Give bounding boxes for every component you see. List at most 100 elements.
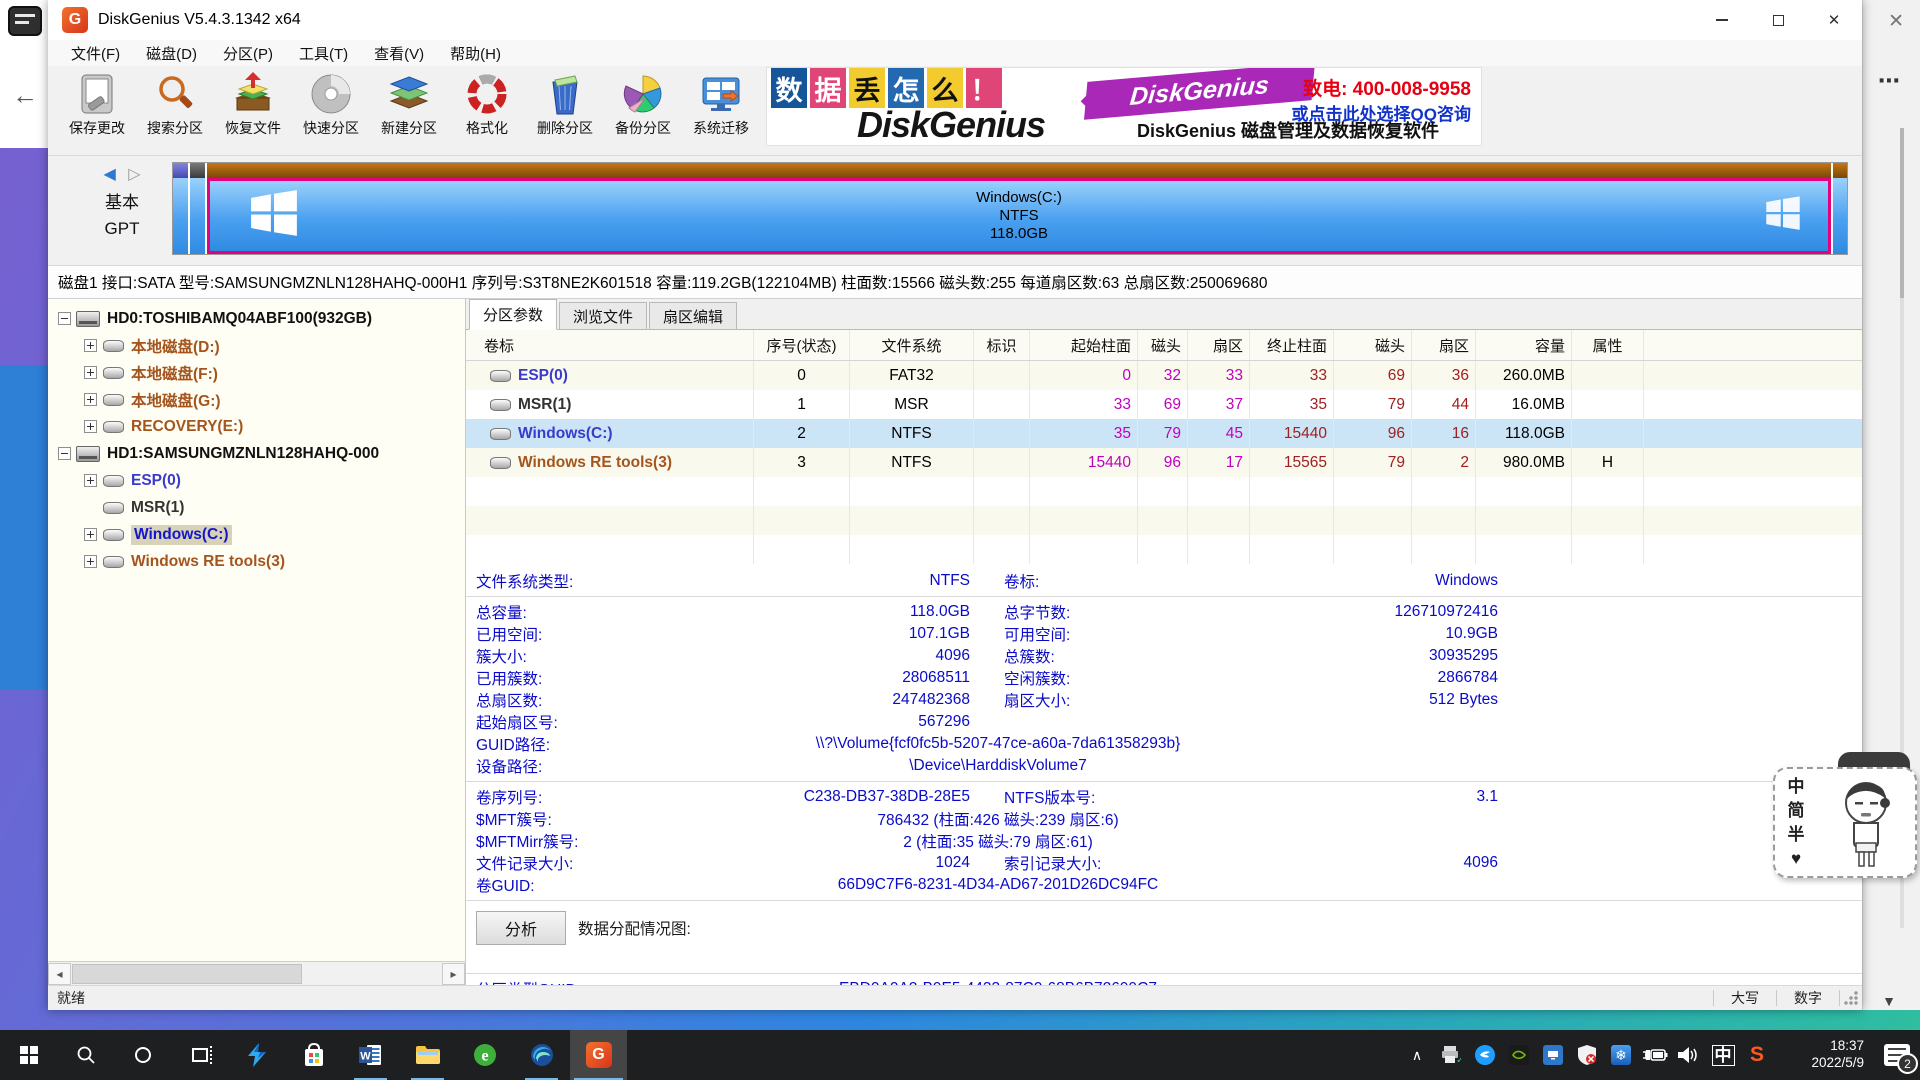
table-row-msr[interactable]: MSR(1) 1 MSR 33 69 37 35 79 44 16.0MB [466, 390, 1862, 419]
tree-horizontal-scrollbar[interactable]: ◂ ▸ [48, 961, 465, 985]
ime-language-tray-button[interactable]: 中 [1706, 1030, 1740, 1080]
new-partition-button[interactable]: 新建分区 [370, 66, 448, 155]
ime-lang-indicator[interactable]: 中 [1788, 775, 1805, 799]
printer-tray-button[interactable]: ✓ [1434, 1030, 1468, 1080]
ms-store-button[interactable] [285, 1030, 342, 1080]
heart-icon[interactable]: ♥ [1791, 847, 1801, 871]
more-options-icon[interactable]: ⋯ [1878, 68, 1900, 94]
minimize-button[interactable] [1694, 0, 1750, 40]
menu-partition[interactable]: 分区(P) [210, 43, 286, 64]
search-partition-button[interactable]: 搜索分区 [136, 66, 214, 155]
volume-tray-button[interactable] [1672, 1030, 1706, 1080]
security-shield-tray-button[interactable] [1570, 1030, 1604, 1080]
ime-status-widget[interactable]: 中 简 半 ♥ [1773, 767, 1917, 878]
table-row-windows-c-selected[interactable]: Windows(C:) 2 NTFS 35 79 45 15440 96 16 … [466, 419, 1862, 448]
sogou-tray-button[interactable]: S [1740, 1030, 1774, 1080]
caret-down-icon[interactable]: ▼ [1882, 993, 1896, 1009]
tray-expand-button[interactable]: ∧ [1400, 1030, 1434, 1080]
start-button[interactable] [0, 1030, 57, 1080]
tree-item-windows-re[interactable]: Windows RE tools(3) [48, 548, 465, 575]
expand-expander-icon[interactable] [84, 528, 97, 541]
expand-expander-icon[interactable] [84, 474, 97, 487]
system-migrate-button[interactable]: 系统迁移 [682, 66, 760, 155]
back-arrow-icon[interactable]: ← [12, 80, 38, 111]
scroll-right-arrow[interactable]: ▸ [442, 963, 465, 985]
partition-slice-windows-c[interactable]: Windows(C:) NTFS 118.0GB [207, 163, 1831, 254]
expand-expander-icon[interactable] [84, 366, 97, 379]
tree-item-local-g[interactable]: 本地磁盘(G:) [48, 386, 465, 413]
word-taskbar-button[interactable]: W [342, 1030, 399, 1080]
tree-item-msr[interactable]: MSR(1) [48, 494, 465, 521]
collapse-expander-icon[interactable] [58, 312, 71, 325]
task-view-button[interactable] [171, 1030, 228, 1080]
analyze-button[interactable]: 分析 [476, 911, 566, 945]
tree-item-windows-c[interactable]: Windows(C:) [48, 521, 465, 548]
tab-sector-edit[interactable]: 扇区编辑 [649, 302, 737, 329]
allocation-map-label: 数据分配情况图: [578, 917, 691, 939]
nvidia-tray-button[interactable] [1502, 1030, 1536, 1080]
expand-expander-icon[interactable] [84, 339, 97, 352]
banner-tile: ！ [966, 68, 1002, 108]
prev-disk-arrow[interactable]: ◀ [103, 166, 115, 183]
menu-tools[interactable]: 工具(T) [286, 43, 361, 64]
tree-item-recovery-e[interactable]: RECOVERY(E:) [48, 413, 465, 440]
save-changes-button[interactable]: 保存更改 [58, 66, 136, 155]
tree-item-esp[interactable]: ESP(0) [48, 467, 465, 494]
backup-partition-button[interactable]: 备份分区 [604, 66, 682, 155]
table-empty-row [466, 506, 1862, 535]
thunder-app-button[interactable] [228, 1030, 285, 1080]
maximize-button[interactable] [1750, 0, 1806, 40]
resize-grip[interactable] [1842, 989, 1860, 1007]
next-disk-arrow[interactable]: ▷ [128, 166, 140, 183]
edge-browser-button[interactable] [513, 1030, 570, 1080]
edge-icon [530, 1043, 554, 1067]
background-tab-icon [8, 6, 42, 36]
power-battery-tray-button[interactable] [1638, 1030, 1672, 1080]
menu-disk[interactable]: 磁盘(D) [133, 43, 210, 64]
format-button[interactable]: 格式化 [448, 66, 526, 155]
close-button[interactable] [1806, 0, 1862, 40]
action-center-button[interactable]: 2 [1874, 1030, 1920, 1080]
diskgenius-taskbar-button[interactable]: G [570, 1030, 627, 1080]
expand-expander-icon[interactable] [84, 420, 97, 433]
file-explorer-button[interactable] [399, 1030, 456, 1080]
taskbar-search-button[interactable] [57, 1030, 114, 1080]
background-close-icon[interactable]: ✕ [1888, 10, 1904, 33]
ie-browser-button[interactable]: e [456, 1030, 513, 1080]
tree-item-local-d[interactable]: 本地磁盘(D:) [48, 332, 465, 359]
tab-partition-params[interactable]: 分区参数 [469, 299, 557, 330]
collapse-expander-icon[interactable] [58, 447, 71, 460]
expand-expander-icon[interactable] [84, 393, 97, 406]
scrollbar-thumb[interactable] [72, 964, 302, 984]
recover-files-button[interactable]: 恢复文件 [214, 66, 292, 155]
menu-help[interactable]: 帮助(H) [437, 43, 514, 64]
expand-expander-icon[interactable] [84, 555, 97, 568]
menu-view[interactable]: 查看(V) [361, 43, 437, 64]
window-title: DiskGenius V5.4.3.1342 x64 [98, 11, 301, 29]
promo-banner[interactable]: 数 据 丢 怎 么 ！ DiskGenius DiskGenius 致电: 40… [766, 67, 1482, 146]
tree-item-hd1[interactable]: HD1:SAMSUNGMZNLN128HAHQ-000 [48, 440, 465, 467]
tree-item-local-f[interactable]: 本地磁盘(F:) [48, 359, 465, 386]
intel-graphics-tray-button[interactable] [1536, 1030, 1570, 1080]
tab-browse-files[interactable]: 浏览文件 [559, 302, 647, 329]
snowflake-tray-button[interactable]: ❄ [1604, 1030, 1638, 1080]
table-row-esp[interactable]: ESP(0) 0 FAT32 0 32 33 33 69 36 260.0MB [466, 361, 1862, 390]
ime-zh-indicator: 中 [1712, 1045, 1735, 1066]
tree-item-hd0[interactable]: HD0:TOSHIBAMQ04ABF100(932GB) [48, 305, 465, 332]
partition-slice-esp[interactable] [173, 163, 190, 254]
taskbar-clock[interactable]: 18:37 2022/5/9 [1780, 1038, 1864, 1072]
partition-slice-msr[interactable] [190, 163, 207, 254]
background-scrollbar-thumb[interactable] [1900, 128, 1904, 298]
delete-partition-button[interactable]: 删除分区 [526, 66, 604, 155]
table-row-windows-re[interactable]: Windows RE tools(3) 3 NTFS 15440 96 17 1… [466, 448, 1862, 477]
banner-tile: 数 [771, 68, 807, 108]
menu-file[interactable]: 文件(F) [58, 43, 133, 64]
ime-simplified-indicator[interactable]: 简 [1788, 799, 1805, 823]
partition-slice-re-tools[interactable] [1831, 163, 1847, 254]
cortana-button[interactable] [114, 1030, 171, 1080]
scroll-left-arrow[interactable]: ◂ [48, 963, 71, 985]
dingtalk-tray-button[interactable] [1468, 1030, 1502, 1080]
statusbar: 就绪 大写 数字 [48, 985, 1862, 1010]
ime-halfwidth-indicator[interactable]: 半 [1788, 823, 1805, 847]
quick-partition-button[interactable]: 快速分区 [292, 66, 370, 155]
